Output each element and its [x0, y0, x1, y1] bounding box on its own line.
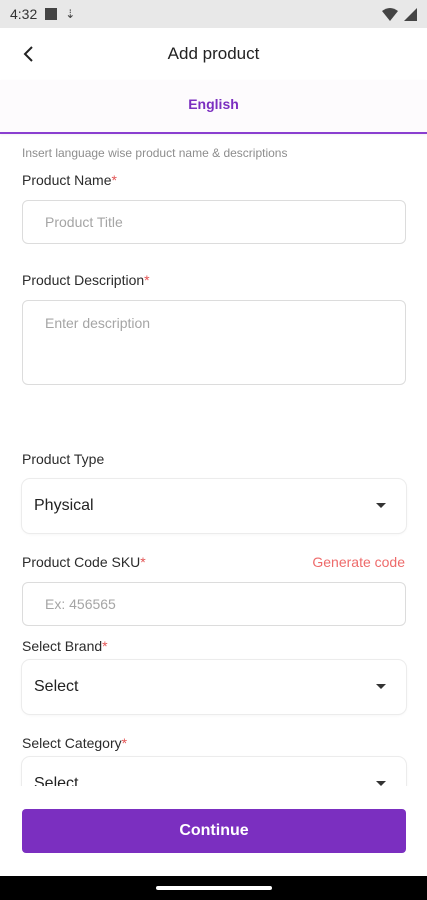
tab-english[interactable]: English	[0, 96, 427, 112]
category-select[interactable]: Select	[22, 757, 406, 786]
product-code-placeholder: Ex: 456565	[45, 596, 116, 612]
category-value: Select	[34, 775, 79, 786]
product-description-label: Product Description*	[22, 272, 150, 288]
language-tab-bar: English	[0, 80, 427, 134]
required-mark: *	[140, 554, 146, 570]
product-code-input[interactable]: Ex: 456565	[22, 582, 406, 626]
generate-code-button[interactable]: Generate code	[312, 554, 405, 570]
continue-button[interactable]: Continue	[22, 809, 406, 853]
required-mark: *	[121, 735, 128, 751]
required-mark: *	[144, 272, 150, 288]
notification-square-icon	[45, 8, 58, 20]
caret-down-icon	[376, 684, 386, 689]
back-button[interactable]	[14, 40, 42, 68]
home-gesture-handle[interactable]	[156, 886, 272, 890]
language-hint: Insert language wise product name & desc…	[22, 146, 288, 160]
wifi-icon	[382, 7, 398, 21]
product-name-placeholder: Product Title	[45, 214, 123, 230]
product-type-value: Physical	[34, 497, 94, 514]
page-title: Add product	[167, 44, 260, 63]
product-description-label-text: Product Description	[22, 272, 145, 288]
product-type-select[interactable]: Physical	[22, 479, 406, 533]
brand-label-text: Select Brand	[22, 638, 103, 654]
footer: Continue	[0, 786, 427, 876]
product-type-label: Product Type	[22, 451, 105, 467]
product-description-input[interactable]: Enter description	[22, 300, 406, 385]
status-bar: 4:32 ⇣	[0, 0, 427, 28]
required-mark: *	[102, 638, 108, 654]
product-name-input[interactable]: Product Title	[22, 200, 406, 244]
signal-icon	[404, 7, 417, 21]
category-label: Select Category*	[22, 735, 127, 751]
download-arrow-icon: ⇣	[65, 7, 76, 21]
product-code-label-text: Product Code SKU	[22, 554, 141, 570]
product-name-label: Product Name*	[22, 172, 117, 188]
brand-value: Select	[34, 678, 79, 695]
chevron-left-icon	[23, 46, 33, 62]
brand-select[interactable]: Select	[22, 660, 406, 714]
product-description-placeholder: Enter description	[45, 315, 151, 331]
app-bar: Add product	[0, 28, 427, 80]
caret-down-icon	[376, 503, 386, 508]
product-name-label-text: Product Name	[22, 172, 112, 188]
required-mark: *	[111, 172, 117, 188]
form-content[interactable]: Insert language wise product name & desc…	[0, 134, 427, 786]
product-code-label: Product Code SKU*	[22, 554, 146, 570]
status-time: 4:32	[10, 6, 38, 22]
system-nav-bar	[0, 876, 427, 900]
brand-label: Select Brand*	[22, 638, 108, 654]
category-label-text: Select Category	[22, 735, 122, 751]
